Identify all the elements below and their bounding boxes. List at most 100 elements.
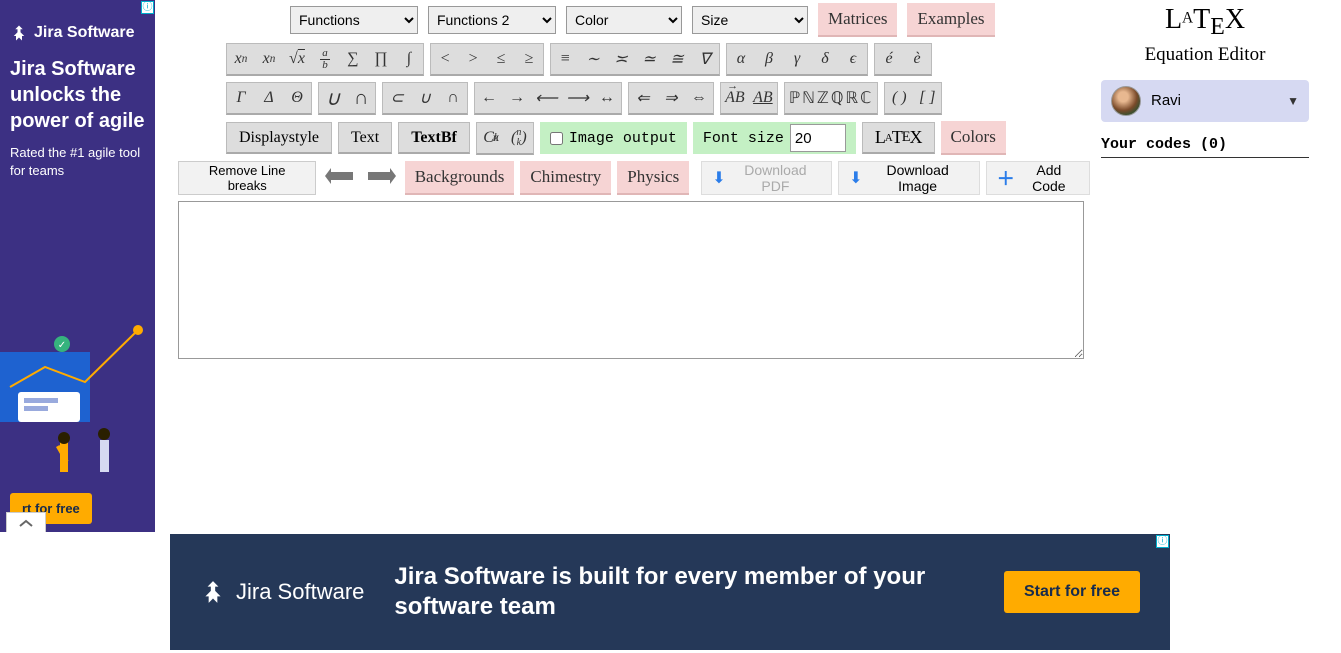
- image-output-toggle[interactable]: Image output: [540, 122, 687, 154]
- select-functions2[interactable]: Functions 2: [428, 6, 556, 34]
- sym-asymp[interactable]: ≍: [607, 44, 635, 74]
- text-button[interactable]: Text: [338, 122, 392, 154]
- undo-arrow-icon[interactable]: [322, 165, 357, 191]
- sym-Rarr[interactable]: ⇒: [657, 83, 685, 113]
- user-menu[interactable]: Ravi ▼: [1101, 80, 1309, 122]
- font-size-input[interactable]: [790, 124, 846, 152]
- sym-beta[interactable]: β: [755, 44, 783, 74]
- ad-collapse-chevron[interactable]: [6, 512, 46, 532]
- sym-simeq[interactable]: ≃: [635, 44, 663, 74]
- latex-code-textarea[interactable]: [178, 201, 1084, 359]
- textbf-button[interactable]: TextBf: [398, 122, 470, 154]
- sym-ge[interactable]: ≥: [515, 44, 543, 74]
- sym-larr[interactable]: ←: [475, 83, 503, 113]
- ad-info-icon[interactable]: ⓘ: [141, 1, 154, 14]
- redo-arrow-icon[interactable]: [364, 165, 399, 191]
- download-image-button[interactable]: ⬇Download Image: [838, 161, 980, 195]
- bottom-ad[interactable]: ⓘ Jira Software Jira Software is built f…: [170, 534, 1170, 650]
- download-icon: ⬇: [712, 168, 725, 188]
- sym-brackets[interactable]: [ ]: [913, 83, 941, 113]
- sym-x-sub-n[interactable]: xn: [255, 44, 283, 74]
- backgrounds-button[interactable]: Backgrounds: [405, 161, 515, 195]
- sym-epsilon[interactable]: ϵ: [839, 44, 867, 74]
- sym-prod[interactable]: ∏: [367, 44, 395, 74]
- right-column: LATEX Equation Editor Ravi ▼ Your codes …: [1101, 6, 1309, 158]
- sym-underline-ab[interactable]: AB: [749, 83, 777, 113]
- ad-bottom-cta[interactable]: Start for free: [1004, 571, 1140, 613]
- sym-cup[interactable]: ∪: [411, 83, 439, 113]
- physics-button[interactable]: Physics: [617, 161, 689, 195]
- top-toolbar: Functions Functions 2 Color Size Matrice…: [178, 3, 1090, 37]
- sidebar-ad[interactable]: ⓘ Jira Software Jira Software unlocks th…: [0, 0, 155, 532]
- sym-le[interactable]: ≤: [487, 44, 515, 74]
- sym-bigcap[interactable]: ∩: [347, 83, 375, 113]
- editor-main: Functions Functions 2 Color Size Matrice…: [178, 3, 1090, 362]
- colors-button[interactable]: Colors: [941, 121, 1006, 155]
- sym-parens[interactable]: ( ): [885, 83, 913, 113]
- symgroup-greek-lower: α β γ δ ϵ: [726, 43, 868, 76]
- sym-gt[interactable]: >: [459, 44, 487, 74]
- sym-acute[interactable]: é: [875, 44, 903, 74]
- add-code-button[interactable]: ＋Add Code: [986, 161, 1090, 195]
- sym-cnk[interactable]: Ckn: [477, 123, 505, 153]
- chemistry-button[interactable]: Chimestry: [520, 161, 611, 195]
- download-pdf-button[interactable]: ⬇Download PDF: [701, 161, 832, 195]
- sym-Theta[interactable]: Θ: [283, 83, 311, 113]
- image-output-label: Image output: [569, 130, 677, 147]
- sym-rarr[interactable]: →: [503, 83, 531, 113]
- sym-subset[interactable]: ⊂: [383, 83, 411, 113]
- jira-icon: [200, 579, 226, 605]
- sym-Delta[interactable]: Δ: [255, 83, 283, 113]
- symgroup-arrows: ← → ⟵ ⟶ ↔: [474, 82, 622, 115]
- sym-x-sup-n[interactable]: xn: [227, 44, 255, 74]
- ad-side-sub: Rated the #1 agile tool for teams: [0, 134, 155, 180]
- select-size[interactable]: Size: [692, 6, 808, 34]
- sym-bb-sets[interactable]: ℙℕℤℚℝℂ: [785, 83, 877, 113]
- sym-cong[interactable]: ≅: [663, 44, 691, 74]
- sym-sim[interactable]: ∼: [579, 44, 607, 74]
- sym-longrarr[interactable]: ⟶: [562, 83, 593, 113]
- sym-equiv[interactable]: ≡: [551, 44, 579, 74]
- ad-bottom-text: Jira Software is built for every member …: [394, 562, 974, 622]
- symgroup-accents: é è: [874, 43, 932, 76]
- sym-cap[interactable]: ∩: [439, 83, 467, 113]
- sym-delta[interactable]: δ: [811, 44, 839, 74]
- sym-int[interactable]: ∫: [395, 44, 423, 74]
- ad-illustration: ✓: [0, 292, 155, 492]
- select-color[interactable]: Color: [566, 6, 682, 34]
- latex-insert-button[interactable]: LATEX: [862, 122, 935, 154]
- image-output-checkbox[interactable]: [550, 132, 563, 145]
- options-row: Displaystyle Text TextBf Ckn (nk) Image …: [178, 121, 1090, 155]
- sym-grave[interactable]: è: [903, 44, 931, 74]
- sym-alpha[interactable]: α: [727, 44, 755, 74]
- symgroup-greek-upper: Γ Δ Θ: [226, 82, 312, 115]
- jira-icon: [10, 24, 28, 42]
- select-functions[interactable]: Functions: [290, 6, 418, 34]
- user-name: Ravi: [1151, 92, 1277, 109]
- symgroup-relations: < > ≤ ≥: [430, 43, 544, 76]
- sym-binom[interactable]: (nk): [505, 123, 533, 153]
- ad-side-logo: Jira Software: [0, 0, 155, 56]
- sym-vec-ab[interactable]: AB: [721, 83, 749, 113]
- plus-icon: ＋: [997, 165, 1015, 191]
- sym-longlarr[interactable]: ⟵: [531, 83, 562, 113]
- sym-Larr[interactable]: ⇐: [629, 83, 657, 113]
- ad-info-icon[interactable]: ⓘ: [1156, 535, 1169, 548]
- sym-gamma[interactable]: γ: [783, 44, 811, 74]
- sym-nabla[interactable]: ∇: [691, 44, 719, 74]
- sym-bigcup[interactable]: ∪: [319, 83, 347, 113]
- sym-sqrt[interactable]: √x: [283, 44, 311, 74]
- sym-lrarrow[interactable]: ↔: [593, 83, 621, 113]
- displaystyle-button[interactable]: Displaystyle: [226, 122, 332, 154]
- examples-button[interactable]: Examples: [907, 3, 994, 37]
- sym-LRarr[interactable]: ⇔: [685, 83, 713, 113]
- sym-Gamma[interactable]: Γ: [227, 83, 255, 113]
- symbol-row-1: xn xn √x ab ∑ ∏ ∫ < > ≤ ≥ ≡ ∼ ≍ ≃ ≅ ∇ α …: [178, 43, 1090, 76]
- ad-bottom-brand: Jira Software: [236, 579, 364, 605]
- action-row: Remove Line breaks Backgrounds Chimestry…: [178, 161, 1090, 195]
- sym-frac[interactable]: ab: [311, 44, 339, 74]
- matrices-button[interactable]: Matrices: [818, 3, 897, 37]
- sym-sum[interactable]: ∑: [339, 44, 367, 74]
- sym-lt[interactable]: <: [431, 44, 459, 74]
- remove-linebreaks-button[interactable]: Remove Line breaks: [178, 161, 316, 195]
